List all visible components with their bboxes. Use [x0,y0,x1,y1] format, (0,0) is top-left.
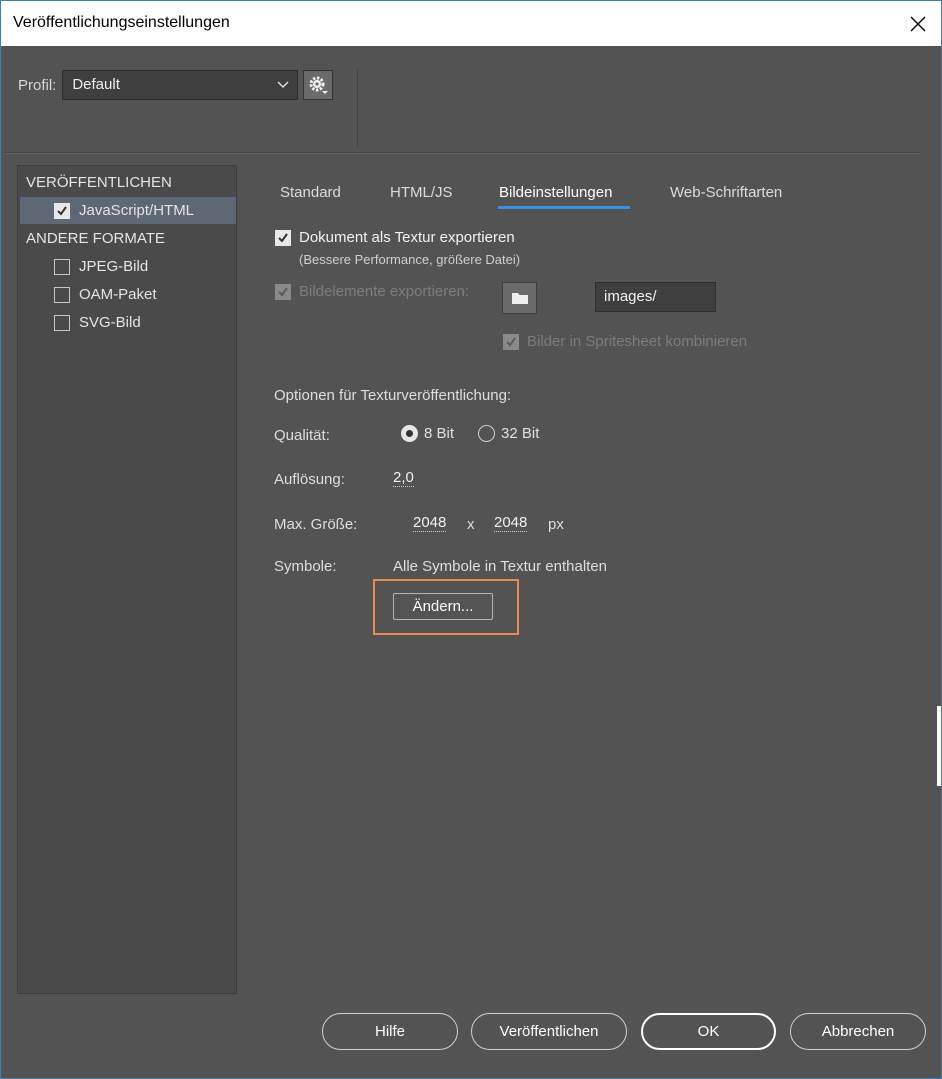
max-size-label: Max. Größe: [274,516,358,533]
sidebar-item-javascript-html[interactable]: JavaScript/HTML [20,197,236,224]
export-texture-label: Dokument als Textur exportieren [299,229,515,246]
svg-checkbox[interactable] [54,314,70,331]
checkmark-icon [506,336,516,347]
profile-selected-value: Default [72,76,120,93]
resolution-value[interactable]: 2,0 [393,469,414,487]
profile-row: Profil: Default [18,69,334,101]
sidebar-item-label: JPEG-Bild [79,258,149,275]
dialog-title: Veröffentlichungseinstellungen [13,14,230,31]
spritesheet-checkbox [503,333,519,350]
spritesheet-label: Bilder in Spritesheet kombinieren [527,333,748,350]
javascript-html-checkbox[interactable] [54,202,70,219]
browse-folder-button[interactable] [502,282,537,314]
publish-button[interactable]: Veröffentlichen [471,1013,627,1050]
active-tab-indicator [498,206,630,209]
checkmark-icon [278,286,288,297]
tab-html-js[interactable]: HTML/JS [390,184,453,201]
change-symbols-button[interactable]: Ändern... [393,593,493,620]
export-assets-option: Bildelemente exportieren: [275,283,469,300]
checkmark-icon [57,205,67,216]
ok-button[interactable]: OK [641,1013,776,1050]
quality-label: Qualität: [274,427,330,444]
folder-icon [511,293,528,304]
title-bar: Veröffentlichungseinstellungen [1,1,941,46]
radio-selected-icon[interactable] [401,425,418,442]
spritesheet-option: Bilder in Spritesheet kombinieren [503,333,747,350]
header-divider [3,152,921,154]
sidebar-item-svg[interactable]: SVG-Bild [20,309,236,336]
quality-8bit-radio[interactable]: 8 Bit [401,425,454,442]
publish-heading: VERÖFFENTLICHEN [26,174,172,191]
close-icon [910,16,926,31]
other-formats-heading: ANDERE FORMATE [26,230,165,247]
export-path-input[interactable]: images/ [595,282,716,312]
export-texture-hint: (Bessere Performance, größere Datei) [299,252,521,267]
profile-options-button[interactable] [303,70,334,100]
quality-32bit-label: 32 Bit [501,425,540,442]
toolbar-divider [357,69,358,147]
quality-32bit-radio[interactable]: 32 Bit [478,425,539,442]
format-sidebar: VERÖFFENTLICHEN JavaScript/HTML ANDERE F… [17,165,237,994]
window-edge-strip [937,706,941,786]
resolution-label: Auflösung: [274,471,345,488]
size-unit: px [548,516,564,533]
checkmark-icon [278,232,288,243]
symbols-value: Alle Symbole in Textur enthalten [393,558,608,575]
sidebar-item-label: SVG-Bild [79,314,141,331]
tab-standard[interactable]: Standard [280,184,341,201]
radio-unselected-icon[interactable] [478,425,495,442]
jpeg-checkbox[interactable] [54,258,70,275]
profile-label: Profil: [18,76,57,94]
cancel-button[interactable]: Abbrechen [790,1013,926,1050]
profile-dropdown[interactable]: Default [62,70,299,100]
tab-image-settings[interactable]: Bildeinstellungen [499,184,612,201]
max-height-value[interactable]: 2048 [494,514,528,532]
export-texture-option[interactable]: Dokument als Textur exportieren [275,229,515,246]
export-texture-checkbox[interactable] [275,229,291,246]
max-width-value[interactable]: 2048 [413,514,447,532]
sidebar-item-oam[interactable]: OAM-Paket [20,281,236,308]
publish-settings-dialog: Veröffentlichungseinstellungen Profil: D… [0,0,942,1079]
export-assets-checkbox [275,283,291,300]
texture-options-heading: Optionen für Texturveröffentlichung: [274,387,512,404]
quality-8bit-label: 8 Bit [424,425,455,442]
sidebar-item-label: OAM-Paket [79,286,157,303]
export-assets-label: Bildelemente exportieren: [299,283,470,300]
size-separator: x [467,516,475,533]
chevron-down-icon [277,71,289,109]
sidebar-item-label: JavaScript/HTML [79,202,195,219]
close-button[interactable] [895,1,941,46]
oam-checkbox[interactable] [54,286,70,303]
gear-icon [309,76,329,94]
sidebar-item-jpeg[interactable]: JPEG-Bild [20,253,236,280]
tab-web-fonts[interactable]: Web-Schriftarten [670,184,782,201]
help-button[interactable]: Hilfe [322,1013,458,1050]
symbols-label: Symbole: [274,558,337,575]
